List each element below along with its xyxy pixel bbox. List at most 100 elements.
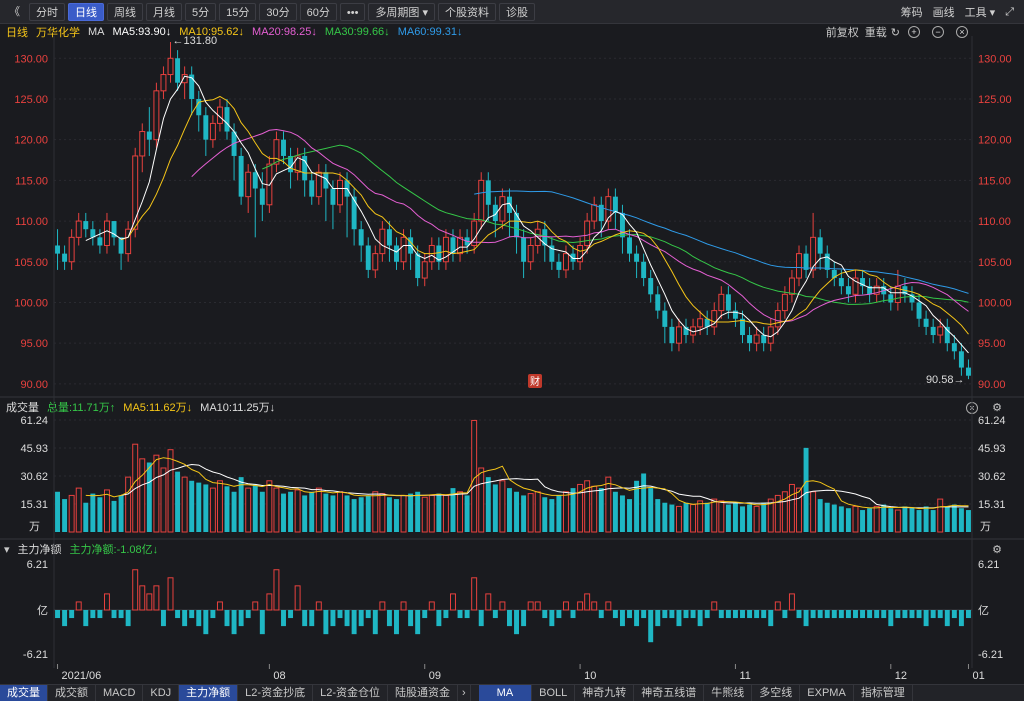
fund-bar <box>160 610 166 627</box>
volume-bar <box>400 494 407 533</box>
candle-body <box>817 237 823 254</box>
fund-bar <box>697 610 703 627</box>
fund-bar <box>641 610 647 619</box>
tabs-next-arrow[interactable]: › <box>458 684 471 701</box>
volume-bar <box>294 489 301 533</box>
overlay-tab-1[interactable]: BOLL <box>532 684 576 701</box>
fund-bar <box>676 610 682 627</box>
volume-tick-right-0: 61.24 <box>978 415 1006 427</box>
volume-bar <box>796 487 802 533</box>
volume-bar <box>725 504 731 532</box>
candle-body <box>351 196 357 230</box>
candle-body <box>951 343 957 352</box>
volume-bar <box>281 493 286 532</box>
fund-bar <box>909 610 915 619</box>
fund-bar <box>788 593 795 611</box>
fund-bar <box>372 610 378 635</box>
price-tick-right-6: 100.00 <box>978 297 1012 309</box>
candle-body <box>570 253 576 262</box>
volume-bar <box>252 484 258 532</box>
volume-bar <box>788 483 795 533</box>
indicator-tab-2[interactable]: MACD <box>96 684 144 701</box>
overlay-tab-0[interactable]: MA <box>478 684 533 701</box>
kline-chart-svg[interactable]: 130.00 130.00 125.00 125.00 120.00 120.00 115.… <box>0 0 1024 684</box>
fund-bar <box>584 593 591 611</box>
fund-bar <box>266 593 273 611</box>
candle-body <box>774 310 781 328</box>
fund-bar <box>309 610 315 627</box>
candle-body <box>888 294 894 303</box>
indicator-tab-4[interactable]: 主力净额 <box>179 684 239 701</box>
overlay-tab-2[interactable]: 神奇九转 <box>575 684 635 701</box>
volume-bar <box>930 510 936 532</box>
indicator-tab-5[interactable]: L2-资金抄底 <box>238 684 314 701</box>
candle-body <box>824 253 830 270</box>
overlay-tab-5[interactable]: 多空线 <box>752 684 801 701</box>
candle-body <box>245 171 252 198</box>
candle-body <box>584 220 591 246</box>
volume-bar <box>302 495 308 532</box>
fund-bar <box>75 601 82 611</box>
volume-bar <box>704 502 710 532</box>
volume-bar <box>951 504 957 532</box>
candle-body <box>273 139 280 165</box>
volume-bar <box>160 467 167 533</box>
volume-bar <box>175 471 181 532</box>
volume-bar <box>683 502 689 532</box>
volume-unit-left: 万 <box>29 521 40 533</box>
indicator-tab-6[interactable]: L2-资金仓位 <box>313 684 388 701</box>
x-axis-label-0: 2021/06 <box>62 670 102 682</box>
fund-bar <box>245 610 251 619</box>
candle-body <box>662 310 668 327</box>
volume-bar <box>216 480 223 533</box>
volume-bar <box>718 500 725 533</box>
x-axis-label-1: 08 <box>273 670 285 682</box>
candle-body <box>591 204 598 222</box>
indicator-tab-0[interactable]: 成交量 <box>0 684 48 701</box>
volume-bar <box>732 502 738 532</box>
volume-bar <box>549 499 555 532</box>
fund-bar <box>315 601 322 611</box>
overlay-tab-6[interactable]: EXPMA <box>800 684 854 701</box>
indicator-tab-7[interactable]: 陆股通资金 <box>388 684 458 701</box>
fund-bar <box>562 601 569 611</box>
volume-bar <box>627 499 632 532</box>
volume-bar <box>478 467 485 533</box>
candle-body <box>103 220 110 246</box>
fund-bar <box>252 601 259 611</box>
price-tick-right-1: 125.00 <box>978 94 1012 106</box>
fund-bar <box>259 610 265 635</box>
candle-body <box>281 139 286 156</box>
fund-bar <box>754 610 760 619</box>
volume-bar <box>697 500 704 533</box>
fund-bar <box>175 610 181 619</box>
fund-bar <box>153 585 160 611</box>
candle-body <box>394 245 399 262</box>
volume-bar <box>612 491 618 532</box>
volume-bar <box>139 458 146 533</box>
volume-bar <box>492 484 498 532</box>
volume-tick-right-2: 30.62 <box>978 471 1006 483</box>
volume-bar <box>224 486 230 532</box>
fund-bar <box>394 610 399 635</box>
volume-bar <box>888 508 894 532</box>
overlay-tab-7[interactable]: 指标管理 <box>854 684 913 701</box>
volume-bar <box>83 502 89 532</box>
overlay-tab-4[interactable]: 牛熊线 <box>704 684 753 701</box>
fund-bar <box>619 610 625 627</box>
fund-bar <box>365 610 371 619</box>
fund-bar <box>817 610 823 619</box>
indicator-tab-3[interactable]: KDJ <box>143 684 180 701</box>
fund-tick-bottom-left: -6.21 <box>23 649 48 661</box>
candle-body <box>62 253 68 262</box>
fund-bar <box>238 610 244 627</box>
volume-bar <box>436 493 442 532</box>
volume-bar <box>196 482 202 532</box>
volume-bar <box>675 505 682 533</box>
fund-bar <box>725 610 731 619</box>
candle-body <box>958 351 964 368</box>
price-tick-left-8: 90.00 <box>20 379 48 391</box>
indicator-tab-1[interactable]: 成交额 <box>48 684 96 701</box>
overlay-tab-3[interactable]: 神奇五线谱 <box>634 684 705 701</box>
fund-bar <box>224 610 230 627</box>
